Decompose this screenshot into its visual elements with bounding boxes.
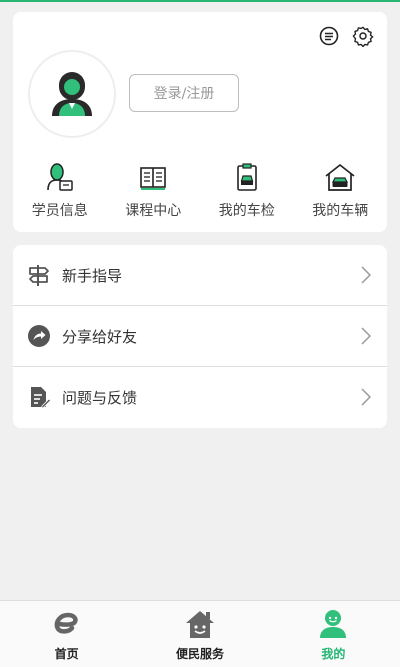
- user-icon: [315, 609, 351, 639]
- student-info-icon: [43, 160, 77, 194]
- shortcut-vehicle-inspection[interactable]: 我的车检: [200, 160, 294, 220]
- house-smile-icon: [182, 609, 218, 639]
- menu-card: 新手指导 分享给好友 问题与反馈: [13, 245, 387, 428]
- menu-item-feedback[interactable]: 问题与反馈: [13, 367, 387, 427]
- user-avatar-icon: [52, 72, 92, 116]
- profile-card: 登录/注册 学员信息 课程中心 我的车检 我的车辆: [13, 12, 387, 232]
- chevron-right-icon: [361, 388, 371, 406]
- tab-label: 便民服务: [175, 647, 224, 661]
- signpost-icon: [26, 262, 52, 288]
- tab-services[interactable]: 便民服务: [133, 601, 266, 667]
- top-accent-bar: [0, 0, 400, 2]
- shortcut-student-info[interactable]: 学员信息: [13, 160, 107, 220]
- menu-item-label: 问题与反馈: [62, 388, 138, 407]
- vehicle-inspection-icon: [230, 160, 264, 194]
- menu-item-label: 分享给好友: [62, 327, 138, 346]
- shortcut-label: 我的车检: [218, 203, 275, 219]
- avatar[interactable]: [28, 50, 116, 138]
- course-book-icon: [136, 160, 170, 194]
- menu-item-label: 新手指导: [62, 266, 123, 285]
- shortcut-label: 课程中心: [125, 203, 182, 219]
- shortcut-label: 我的车辆: [312, 203, 369, 219]
- tab-label: 首页: [54, 647, 79, 661]
- menu-item-share[interactable]: 分享给好友: [13, 306, 387, 367]
- menu-item-beginner-guide[interactable]: 新手指导: [13, 245, 387, 306]
- chevron-right-icon: [361, 327, 371, 345]
- tab-mine[interactable]: 我的: [267, 601, 400, 667]
- shortcut-my-vehicle[interactable]: 我的车辆: [294, 160, 388, 220]
- bottom-tab-bar: 首页 便民服务 我的: [0, 600, 400, 667]
- shortcut-grid: 学员信息 课程中心 我的车检 我的车辆: [13, 160, 387, 220]
- feedback-document-icon: [26, 384, 52, 410]
- chevron-right-icon: [361, 266, 371, 284]
- shortcut-label: 学员信息: [31, 203, 88, 219]
- garage-car-icon: [323, 160, 357, 194]
- login-register-button[interactable]: 登录/注册: [129, 74, 239, 112]
- shortcut-course-center[interactable]: 课程中心: [107, 160, 201, 220]
- tab-label: 我的: [321, 647, 346, 661]
- tab-home[interactable]: 首页: [0, 601, 133, 667]
- message-icon[interactable]: [317, 24, 341, 48]
- share-icon: [26, 323, 52, 349]
- profile-top-icons: [317, 24, 375, 48]
- home-e-icon: [49, 609, 85, 639]
- settings-icon[interactable]: [351, 24, 375, 48]
